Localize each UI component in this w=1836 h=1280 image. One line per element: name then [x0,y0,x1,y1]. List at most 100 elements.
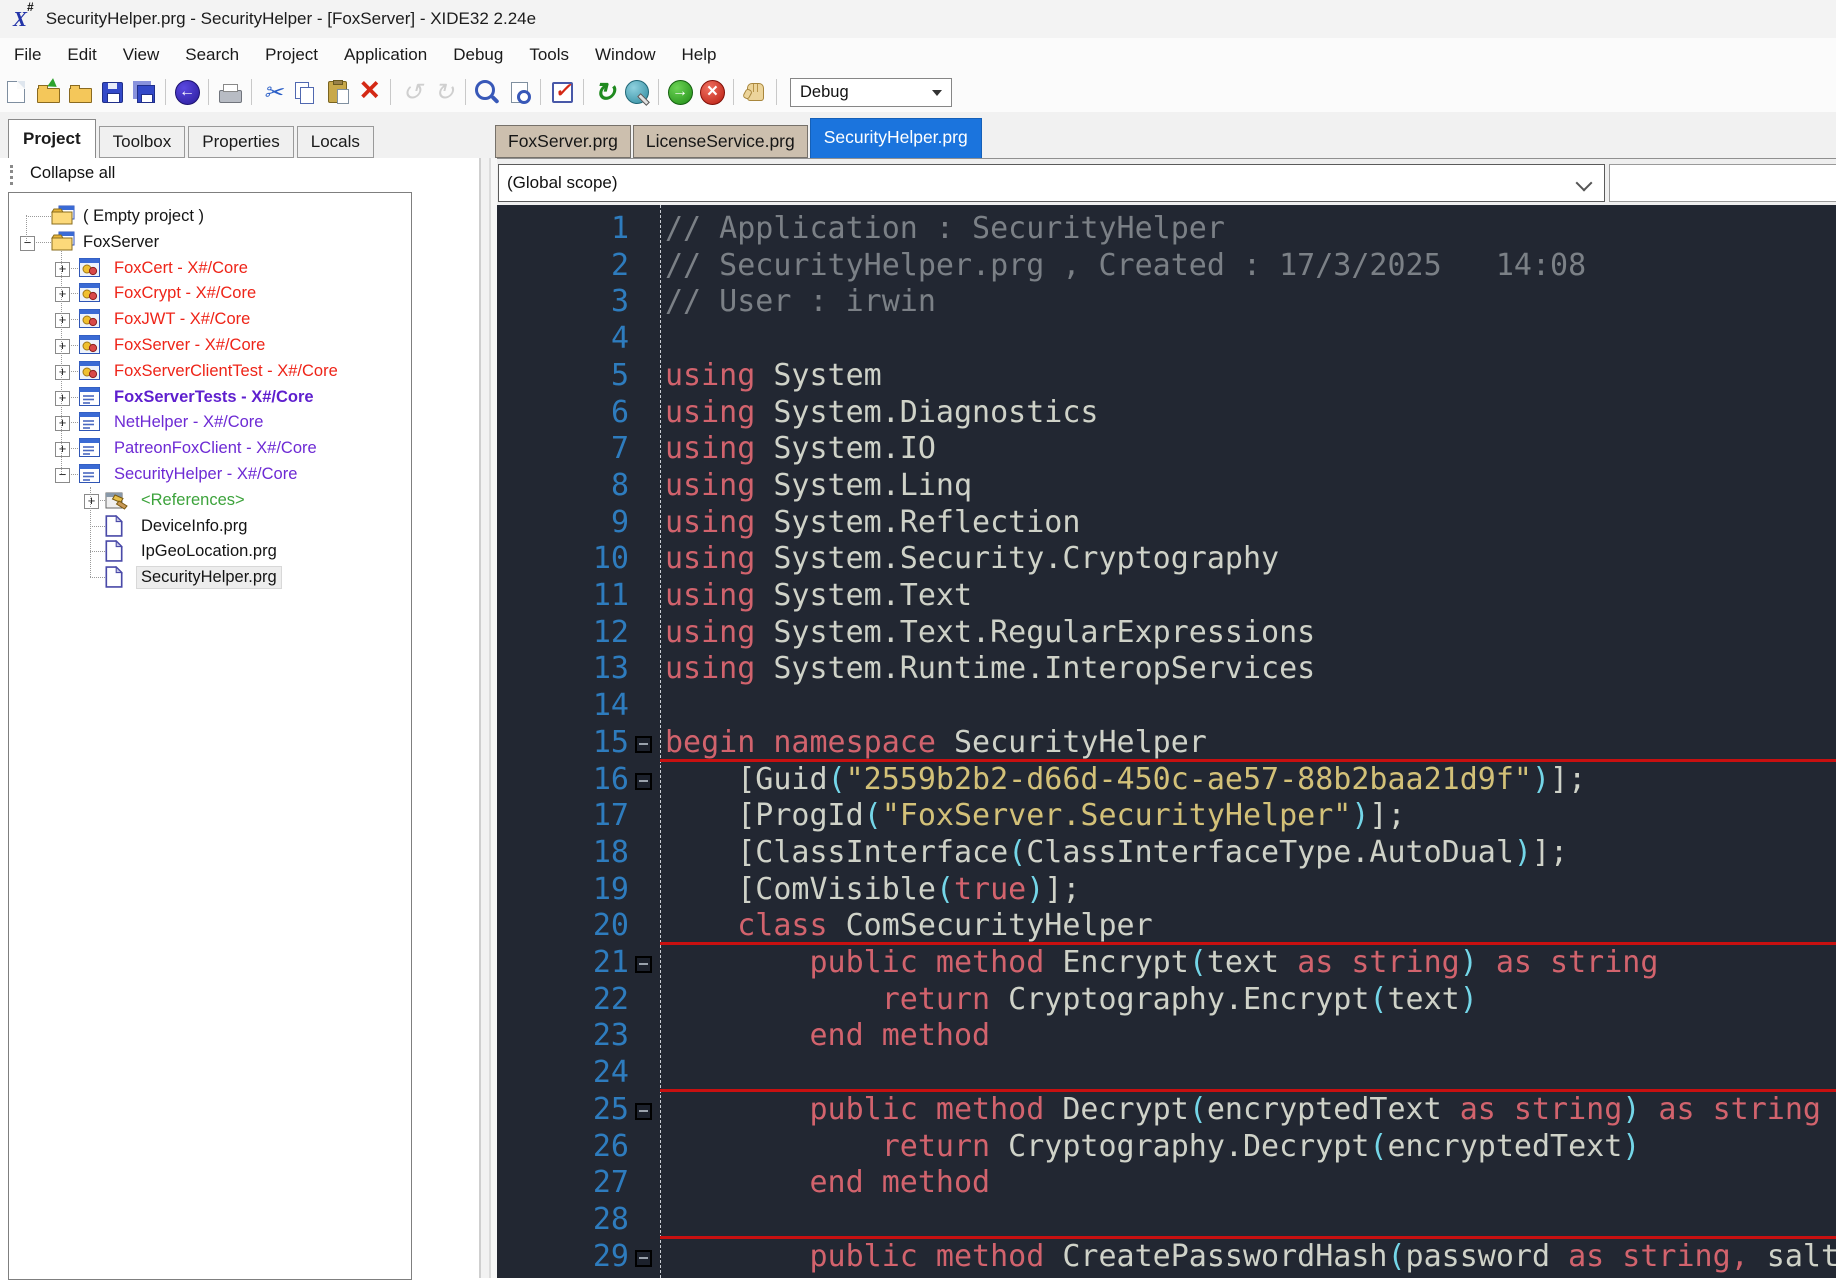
tree-item[interactable]: + FoxServerClientTest - X#/Core [9,358,409,384]
expand-icon[interactable]: + [55,339,70,354]
tree-item[interactable]: IpGeoLocation.prg [9,538,409,564]
navigate-back-button[interactable] [172,76,202,108]
fold-collapse-icon[interactable] [635,956,652,973]
open-folder-button[interactable] [65,76,95,108]
menu-item-tools[interactable]: Tools [516,38,582,72]
fold-collapse-icon[interactable] [635,1249,652,1267]
tree-item[interactable]: + FoxCert - X#/Core [9,255,409,281]
tree-item[interactable]: DeviceInfo.prg [9,513,409,539]
tree-item[interactable]: + PatreonFoxClient - X#/Core [9,435,409,461]
expand-icon[interactable]: + [55,261,70,277]
expand-icon[interactable]: + [55,287,70,303]
run-button[interactable] [665,76,695,108]
menu-item-application[interactable]: Application [331,38,440,72]
editor-tab-foxserver.prg[interactable]: FoxServer.prg [495,125,631,158]
menu-item-file[interactable]: File [1,38,54,72]
code-line[interactable]: 22 return Cryptography.Encrypt(text) [497,981,1836,1018]
delete-button[interactable] [354,76,384,108]
expand-icon[interactable]: + [55,313,70,329]
collapse-icon[interactable]: − [20,235,35,251]
expand-icon[interactable]: + [55,442,70,458]
code-line[interactable]: 16 [Guid("2559b2b2-d66d-450c-ae57-88b2ba… [497,758,1836,798]
code-line[interactable]: 25 public method Decrypt(encryptedText a… [497,1088,1836,1128]
menu-item-help[interactable]: Help [668,38,729,72]
menu-item-view[interactable]: View [110,38,173,72]
code-line[interactable]: 2 // SecurityHelper.prg , Created : 17/3/… [497,247,1836,284]
cut-button[interactable] [258,76,288,108]
open-file-button[interactable] [33,76,63,108]
refresh-button[interactable] [590,76,620,108]
menu-item-project[interactable]: Project [252,38,331,72]
code-line[interactable]: 6 using System.Diagnostics [497,394,1836,431]
new-file-button[interactable] [1,76,31,108]
tree-item[interactable]: ( Empty project ) [9,203,409,229]
task-list-button[interactable] [547,76,577,108]
tree-item[interactable]: − SecurityHelper - X#/Core [9,461,409,487]
code-line[interactable]: 8 using System.Linq [497,467,1836,504]
build-button[interactable] [622,76,652,108]
expand-icon[interactable]: + [84,493,99,509]
code-line[interactable]: 28 [497,1201,1836,1238]
project-tree[interactable]: ( Empty project ) − FoxServer + FoxCert - X#… [8,192,412,1280]
code-line[interactable]: 29 public method CreatePasswordHash(pass… [497,1235,1836,1275]
tab-locals[interactable]: Locals [296,126,374,158]
code-line[interactable]: 4 [497,320,1836,357]
find-button[interactable] [472,76,502,108]
code-line[interactable]: 10 using System.Security.Cryptography [497,540,1836,577]
code-line[interactable]: 19 [ComVisible(true)]; [497,871,1836,908]
configuration-select[interactable]: Debug [790,77,952,107]
pause-button[interactable] [740,76,770,108]
code-line[interactable]: 1 // Application : SecurityHelper [497,210,1836,247]
menu-item-window[interactable]: Window [582,38,668,72]
collapse-icon[interactable]: − [55,468,70,483]
code-line[interactable]: 3 // User : irwin [497,283,1836,320]
expand-icon[interactable]: + [55,364,70,380]
tree-item[interactable]: + FoxServer - X#/Core [9,332,409,358]
copy-button[interactable] [290,76,320,108]
tree-item[interactable]: + <References> [9,487,409,513]
fold-collapse-icon[interactable] [635,735,652,753]
editor-tab-licenseservice.prg[interactable]: LicenseService.prg [632,125,808,158]
code-line[interactable]: 12 using System.Text.RegularExpressions [497,614,1836,651]
code-line[interactable]: 20 class ComSecurityHelper [497,907,1836,944]
code-line[interactable]: 9 using System.Reflection [497,504,1836,541]
member-selector[interactable] [1609,164,1836,202]
tree-item[interactable]: SecurityHelper.prg [9,564,409,590]
code-line[interactable]: 24 [497,1054,1836,1091]
menu-item-search[interactable]: Search [172,38,252,72]
menu-item-edit[interactable]: Edit [54,38,109,72]
code-line[interactable]: 21 public method Encrypt(text as string)… [497,942,1836,981]
code-line[interactable]: 11 using System.Text [497,577,1836,614]
stop-button[interactable] [697,76,727,108]
code-line[interactable]: 15 begin namespace SecurityHelper [497,724,1836,761]
expand-icon[interactable]: + [55,390,70,406]
code-line[interactable]: 26 return Cryptography.Decrypt(encrypted… [497,1128,1836,1165]
code-line[interactable]: 18 [ClassInterface(ClassInterfaceType.Au… [497,834,1836,871]
tree-item[interactable]: + FoxJWT - X#/Core [9,306,409,332]
code-line[interactable]: 17 [ProgId("FoxServer.SecurityHelper")]; [497,797,1836,834]
collapse-all-button[interactable]: Collapse all [30,164,115,183]
save-all-button[interactable] [129,76,159,108]
editor-tab-securityhelper.prg[interactable]: SecurityHelper.prg [809,118,982,158]
tree-item[interactable]: − FoxServer [9,229,409,255]
tree-item[interactable]: + FoxCrypt - X#/Core [9,280,409,306]
chevron-down-icon[interactable] [1575,174,1593,192]
tab-project[interactable]: Project [8,119,96,158]
print-button[interactable] [215,76,245,108]
tab-toolbox[interactable]: Toolbox [98,126,186,158]
code-editor[interactable]: 1 // Application : SecurityHelper 2 // Secu… [497,205,1836,1278]
paste-button[interactable] [322,76,352,108]
code-line[interactable]: 23 end method [497,1017,1836,1054]
tab-properties[interactable]: Properties [188,126,294,158]
find-in-files-button[interactable] [504,76,534,108]
code-line[interactable]: 27 end method [497,1164,1836,1201]
code-line[interactable]: 13 using System.Runtime.InteropServices [497,650,1836,687]
fold-collapse-icon[interactable] [635,772,652,790]
menu-item-debug[interactable]: Debug [440,38,516,72]
code-line[interactable]: 5 using System [497,357,1836,394]
expand-icon[interactable]: + [55,416,70,432]
code-line[interactable]: 7 using System.IO [497,430,1836,467]
scope-selector[interactable]: (Global scope) [498,164,1605,202]
tree-item[interactable]: + NetHelper - X#/Core [9,409,409,435]
fold-collapse-icon[interactable] [635,1102,652,1120]
